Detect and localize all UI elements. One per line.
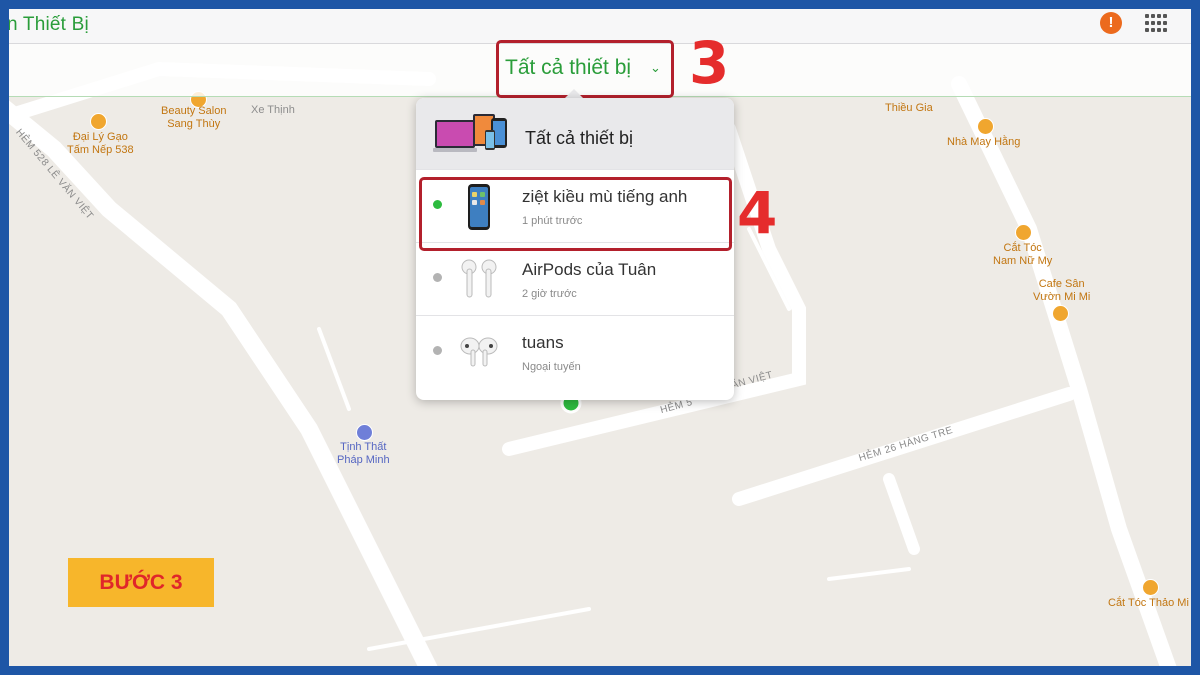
dropdown-item-all-devices[interactable]: Tất cả thiết bị — [416, 98, 734, 170]
temple-pin-icon[interactable] — [356, 424, 373, 441]
all-devices-label: Tất cả thiết bị — [525, 128, 634, 148]
app-title: n Thiết Bị — [9, 14, 89, 35]
step-3-annotation: 3 — [689, 29, 730, 97]
chevron-down-icon: ⌄ — [650, 60, 661, 75]
highlight-device-box — [419, 177, 732, 251]
alert-icon[interactable]: ! — [1100, 12, 1122, 34]
road-right — [951, 76, 1177, 666]
device-bundle-icon — [433, 114, 507, 152]
cafe-pin-icon[interactable] — [1052, 305, 1069, 322]
restaurant-pin-icon[interactable] — [90, 113, 107, 130]
screenshot-frame: Đại Lý Gạo Tấm Nếp 538 Beauty Salon Sang T… — [9, 9, 1191, 666]
poi-xe-thinh[interactable]: Xe Thịnh — [251, 104, 295, 117]
apps-grid-icon[interactable] — [1145, 14, 1169, 34]
step-badge-label: BƯỚC 3 — [99, 571, 183, 594]
step-4-annotation: 4 — [737, 179, 778, 247]
poi-beauty-salon[interactable]: Beauty Salon Sang Thùy — [161, 105, 226, 131]
device-status: 2 giờ trước — [522, 288, 577, 300]
device-selector-label: Tất cả thiết bị — [505, 56, 632, 79]
airpods-pro-icon — [460, 337, 498, 367]
poi-cat-toc-thao-mi[interactable]: Cắt Tóc Thảo Mi — [1108, 597, 1189, 610]
road-branch-4 — [827, 567, 911, 581]
barber-pin-icon[interactable] — [1015, 224, 1032, 241]
dropdown-item-device[interactable]: tuans Ngoại tuyến — [416, 316, 734, 389]
road-branch-1 — [883, 473, 920, 555]
device-name: AirPods của Tuân — [522, 260, 657, 279]
shop-pin-icon[interactable] — [977, 118, 994, 135]
device-selector-button[interactable]: Tất cả thiết bị ⌄ — [496, 40, 674, 98]
poi-dai-ly-gao[interactable]: Đại Lý Gạo Tấm Nếp 538 — [67, 131, 134, 157]
road-branch-2 — [317, 327, 351, 411]
dropdown-item-device[interactable]: AirPods của Tuân 2 giờ trước — [416, 243, 734, 316]
poi-tinh-that[interactable]: Tịnh Thất Pháp Minh — [337, 441, 390, 467]
device-name: tuans — [522, 333, 564, 352]
poi-nha-may-hang[interactable]: Nhà May Hằng — [947, 136, 1020, 149]
poi-cat-toc-nam-nu-my[interactable]: Cắt Tóc Nam Nữ My — [993, 242, 1052, 268]
offline-status-dot — [433, 273, 442, 282]
poi-cafe-san-vuon[interactable]: Cafe Sân Vườn Mi Mi — [1033, 278, 1090, 304]
app-top-bar: n Thiết Bị ! — [9, 9, 1191, 44]
device-status: Ngoại tuyến — [522, 361, 581, 373]
airpods-icon — [461, 259, 497, 298]
poi-thieu-gia[interactable]: Thiều Gia — [885, 102, 933, 115]
barber-pin-icon-2[interactable] — [1142, 579, 1159, 596]
step-badge: BƯỚC 3 — [68, 558, 214, 607]
offline-status-dot — [433, 346, 442, 355]
